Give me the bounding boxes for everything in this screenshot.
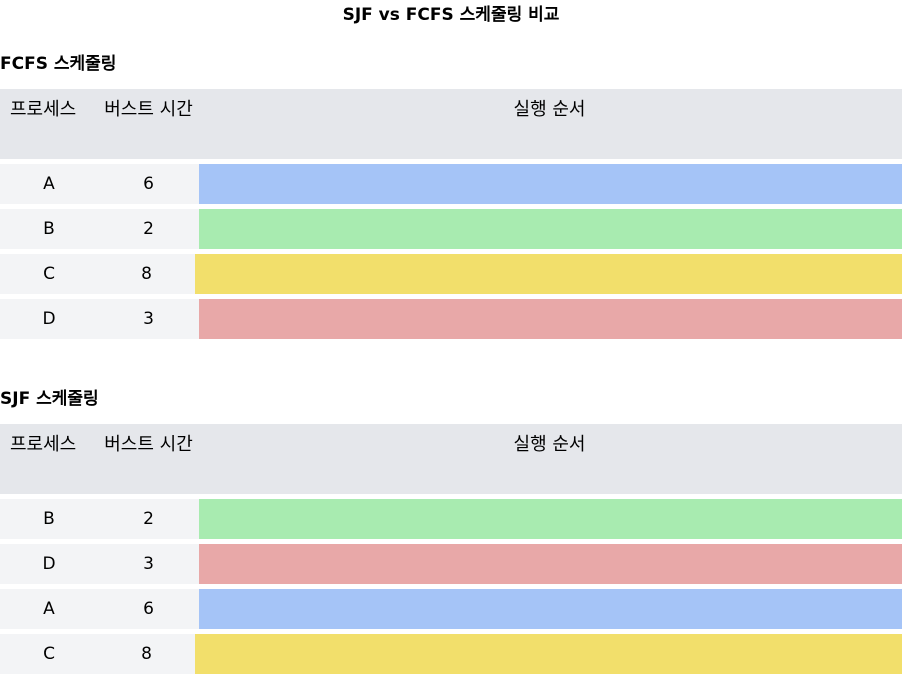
table-row: A 6 [0, 164, 902, 204]
burst-cell: 3 [98, 544, 199, 584]
header-process: 프로세스 [10, 434, 77, 455]
process-cell: D [0, 544, 98, 584]
process-cell: B [0, 499, 98, 539]
fcfs-section-title: FCFS 스케줄링 [0, 54, 117, 74]
sjf-section-title: SJF 스케줄링 [0, 389, 99, 409]
execution-bar [199, 544, 902, 584]
header-process: 프로세스 [10, 99, 77, 120]
page: SJF vs FCFS 스케줄링 비교 FCFS 스케줄링 프로세스 버스트 시… [0, 0, 902, 683]
header-execution-order: 실행 순서 [513, 434, 586, 455]
execution-bar [199, 299, 902, 339]
table-row: B 2 [0, 499, 902, 539]
execution-bar [199, 209, 902, 249]
fcfs-table: 프로세스 버스트 시간 실행 순서 A 6 B 2 C 8 D 3 [0, 89, 902, 339]
header-burst-time: 버스트 시간 [104, 99, 193, 120]
execution-bar [199, 164, 902, 204]
burst-cell: 2 [98, 499, 199, 539]
execution-bar [195, 634, 902, 674]
table-row: B 2 [0, 209, 902, 249]
burst-cell: 8 [98, 634, 195, 674]
execution-bar [199, 589, 902, 629]
burst-cell: 8 [98, 254, 195, 294]
header-burst-time: 버스트 시간 [104, 434, 193, 455]
table-row: C 8 [0, 254, 902, 294]
table-row: D 3 [0, 299, 902, 339]
execution-bar [195, 254, 902, 294]
process-cell: A [0, 164, 98, 204]
sjf-table: 프로세스 버스트 시간 실행 순서 B 2 D 3 A 6 C 8 [0, 424, 902, 674]
fcfs-table-header: 프로세스 버스트 시간 실행 순서 [0, 89, 902, 159]
header-execution-order: 실행 순서 [513, 99, 586, 120]
process-cell: C [0, 254, 98, 294]
table-row: C 8 [0, 634, 902, 674]
process-cell: A [0, 589, 98, 629]
burst-cell: 2 [98, 209, 199, 249]
execution-bar [199, 499, 902, 539]
table-row: D 3 [0, 544, 902, 584]
sjf-table-header: 프로세스 버스트 시간 실행 순서 [0, 424, 902, 494]
table-row: A 6 [0, 589, 902, 629]
process-cell: C [0, 634, 98, 674]
process-cell: B [0, 209, 98, 249]
process-cell: D [0, 299, 98, 339]
burst-cell: 6 [98, 164, 199, 204]
burst-cell: 3 [98, 299, 199, 339]
burst-cell: 6 [98, 589, 199, 629]
page-title: SJF vs FCFS 스케줄링 비교 [342, 5, 560, 25]
